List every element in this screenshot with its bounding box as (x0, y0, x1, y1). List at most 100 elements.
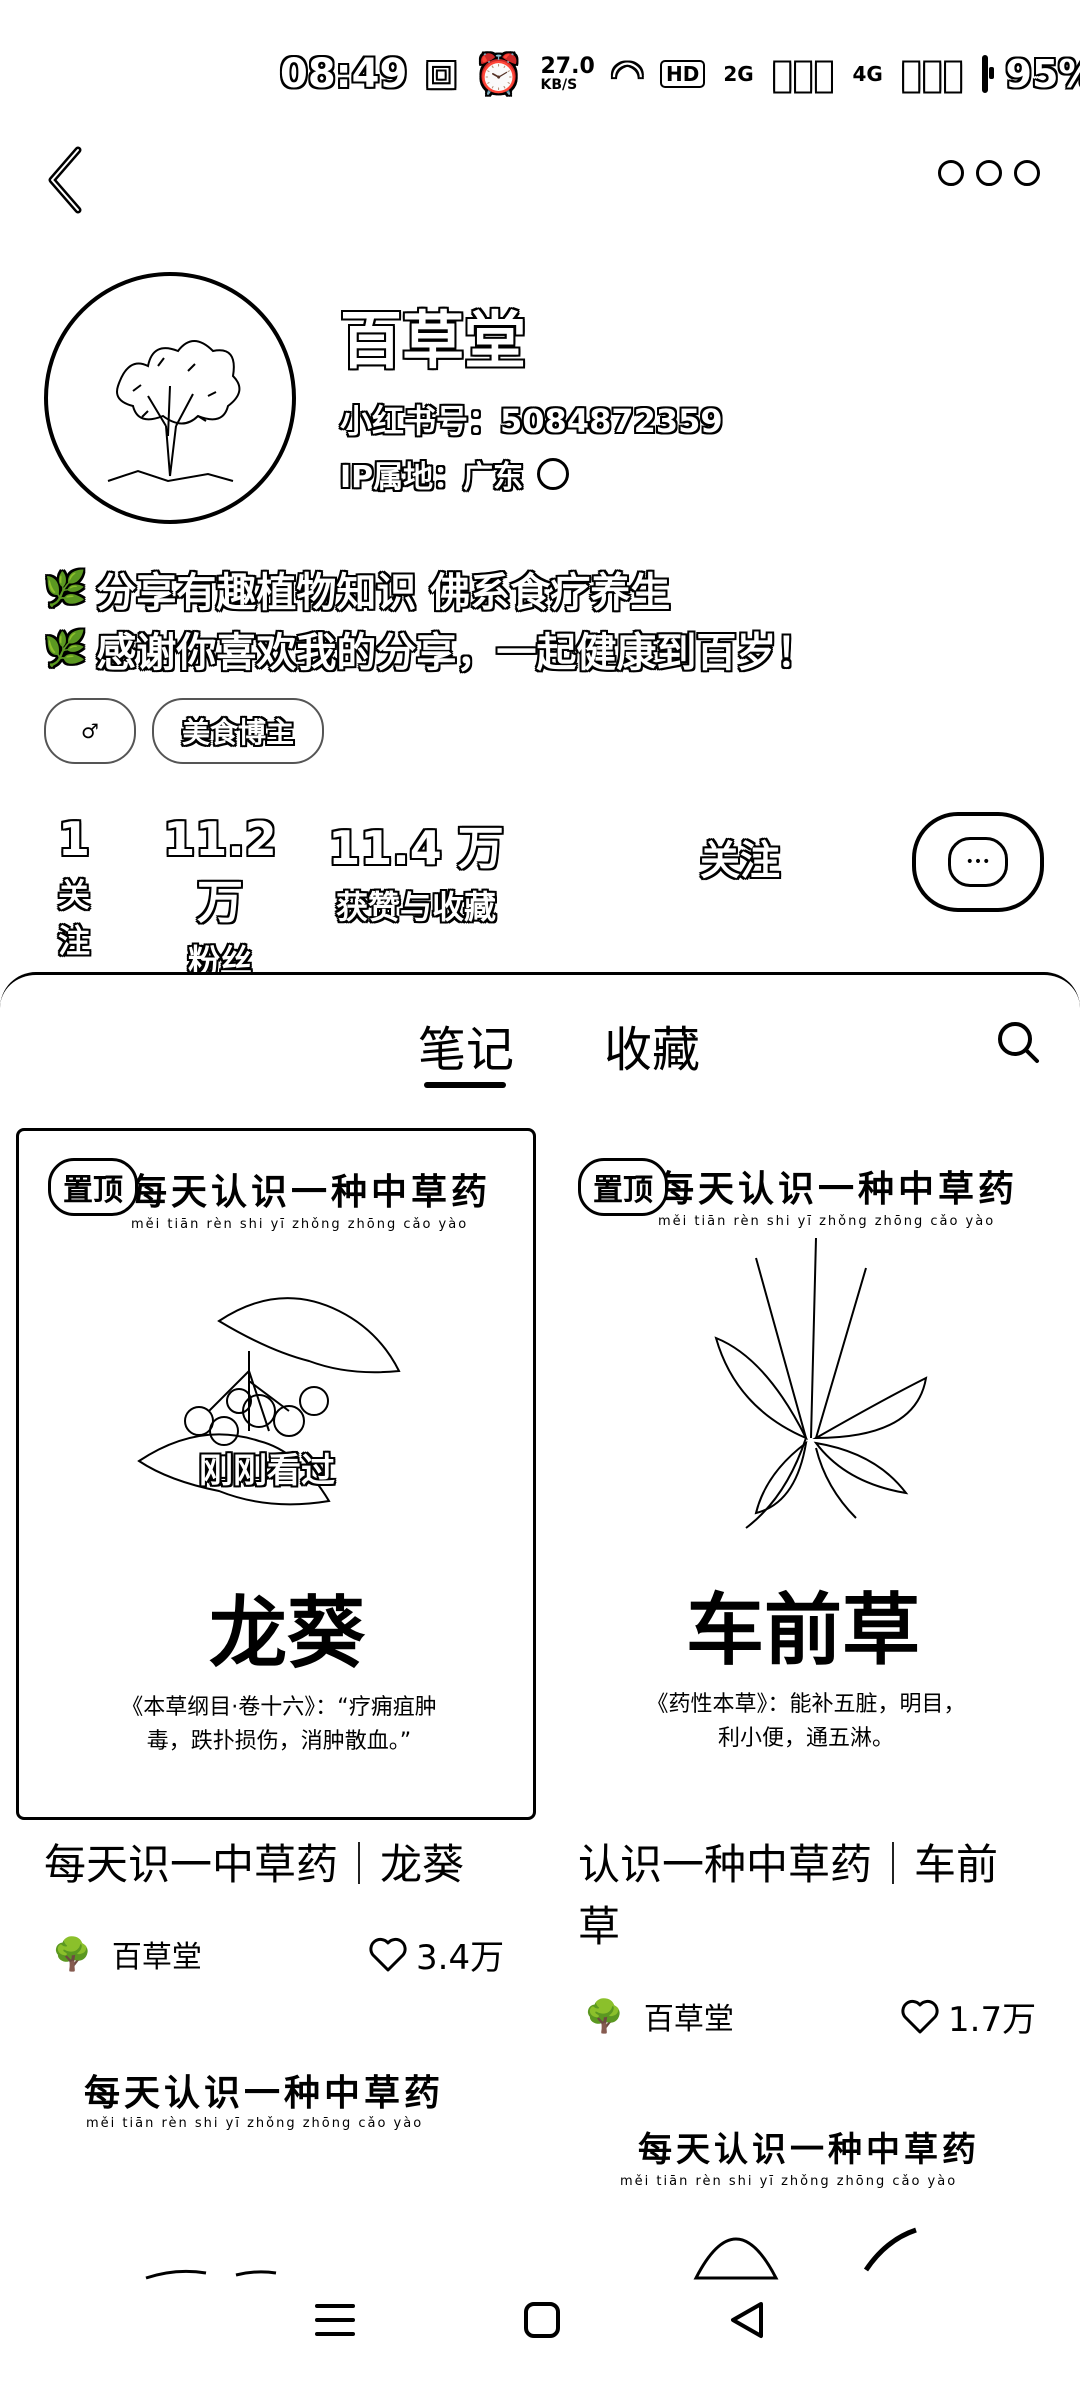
back-button[interactable] (40, 140, 100, 220)
stat-following-num: 1 (57, 812, 90, 866)
signal-2g: 2G (723, 62, 754, 86)
note-author-1[interactable]: 🌳 百草堂 (52, 1932, 202, 1976)
tag-gender[interactable]: ♂ (44, 698, 136, 764)
stat-likes-num: 11.4 万 (328, 821, 504, 875)
plantain-illustration (714, 1238, 928, 1529)
leaf-icon: 🌿 (44, 629, 87, 669)
bio-line-2: 🌿 感谢你喜欢我的分享，一起健康到百岁！ (44, 620, 816, 678)
home-icon[interactable] (522, 2300, 562, 2340)
cover-heading: 每天认识一种中草药 (638, 2130, 980, 2170)
search-button[interactable] (996, 1020, 1040, 1064)
author-name: 百草堂 (111, 1940, 202, 1975)
cover-heading: 每天认识一种中草药 (131, 1172, 492, 1213)
back-icon[interactable] (727, 2300, 767, 2340)
note-card-cover-1[interactable]: 每天认识一种中草药 měi tiān rèn shi yī zhǒng zhōn… (16, 1128, 536, 1820)
likes-count: 1.7万 (948, 2000, 1037, 2040)
note-card-cover-3[interactable]: 每天认识一种中草药 měi tiān rèn shi yī zhǒng zhōn… (16, 2040, 530, 2280)
note-title-2[interactable]: 认识一种中草药｜车前 草 (578, 1834, 1048, 1958)
xhs-id[interactable]: 小红书号：5084872359 (340, 396, 723, 442)
net-speed-unit: KB/S (540, 77, 578, 93)
cover-quote-line-2: 毒，跌扑损伤，消肿散血。” (146, 1729, 412, 1754)
tag-food-blogger[interactable]: 美食博主 (152, 698, 324, 764)
cover-quote-line-1: 《本草纲目·卷十六》：“疗痈疽肿 (121, 1695, 437, 1720)
cover-quote-line-2: 利小便，通五淋。 (717, 1726, 894, 1751)
message-button[interactable]: ••• (912, 812, 1044, 912)
note-title-1[interactable]: 每天识一中草药｜龙葵 (44, 1834, 464, 1896)
heart-icon (901, 1999, 939, 2033)
stat-following[interactable]: 1 关注 (44, 812, 104, 962)
cover-heading: 每天认识一种中草药 (658, 1169, 1019, 1210)
author-avatar-icon: 🌳 (52, 1935, 92, 1973)
cover-quote: 《药性本草》：能补五脏，明目， 利小便，通五淋。 (626, 1688, 986, 1756)
pinned-badge: 置顶 (48, 1158, 138, 1216)
back-arrow-icon (48, 146, 82, 214)
note-title-2-line-2: 草 (578, 1902, 621, 1951)
cover-plant-name: 车前草 (686, 1586, 921, 1676)
net-speed: 27.0 KB/S (540, 54, 595, 93)
cover-pinyin: měi tiān rèn shi yī zhǒng zhōng cǎo yào (620, 2174, 958, 2189)
heart-icon (369, 1937, 407, 1971)
battery-percent: 95% (1005, 52, 1080, 96)
more-dot-icon (976, 160, 1002, 186)
alarm-icon: ⏰ (475, 51, 523, 96)
cover-heading: 每天认识一种中草药 (84, 2073, 445, 2114)
note-author-2[interactable]: 🌳 百草堂 (584, 1994, 734, 2038)
note-likes-1[interactable]: 3.4万 (368, 1930, 504, 1979)
nfc-icon: ⊡ (425, 52, 458, 96)
plant-illustration-partial (145, 2269, 277, 2280)
more-dot-icon (938, 160, 964, 186)
net-speed-value: 27.0 (540, 54, 595, 79)
menu-icon[interactable] (313, 2300, 357, 2340)
bio-text: 分享有趣植物知识 佛系食疗养生 (96, 570, 671, 616)
recently-viewed-badge: 刚刚看过 (199, 1451, 335, 1491)
info-icon[interactable] (537, 458, 570, 490)
cover-plant-name: 龙葵 (209, 1589, 366, 1679)
bio-text: 感谢你喜欢我的分享，一起健康到百岁！ (96, 630, 817, 676)
author-name: 百草堂 (643, 2002, 734, 2037)
plant-illustration-partial (693, 2227, 917, 2280)
signal-4g: 4G (852, 62, 883, 86)
signal-icon: ▮▮▮ (771, 52, 835, 96)
stat-fans[interactable]: 11.2 万 粉丝 (150, 812, 290, 982)
author-avatar-icon: 🌳 (584, 1997, 624, 2035)
cover-quote: 《本草纲目·卷十六》：“疗痈疽肿 毒，跌扑损伤，消肿散血。” (99, 1691, 459, 1759)
pinned-badge: 置顶 (578, 1158, 668, 1216)
note-title-2-line-1: 认识一种中草药｜车前 (578, 1840, 999, 1889)
tab-collections[interactable]: 收藏 (604, 1010, 700, 1080)
likes-count: 3.4万 (416, 1938, 505, 1978)
note-card-cover-4[interactable]: 每天认识一种中草药 měi tiān rèn shi yī zhǒng zhōn… (546, 2100, 1060, 2280)
tree-icon (107, 340, 241, 483)
cover-pinyin: měi tiān rèn shi yī zhǒng zhōng cǎo yào (131, 1217, 469, 1232)
tab-active-indicator (424, 1082, 506, 1088)
stat-likes[interactable]: 11.4 万 获赞与收藏 (326, 812, 506, 928)
cover-pinyin: měi tiān rèn shi yī zhǒng zhōng cǎo yào (86, 2116, 424, 2131)
avatar[interactable] (44, 272, 296, 524)
profile-name: 百草堂 (340, 304, 527, 377)
tab-notes[interactable]: 笔记 (418, 1010, 514, 1080)
signal-icon-2: ▮▮▮ (900, 52, 964, 96)
stat-likes-label: 获赞与收藏 (335, 888, 496, 926)
bio-line-1: 🌿 分享有趣植物知识 佛系食疗养生 (44, 560, 670, 618)
status-time: 08:49 (280, 51, 408, 97)
chat-icon: ••• (948, 837, 1008, 887)
follow-button[interactable]: 关注 (700, 828, 780, 886)
ip-location: IP属地：广东 (340, 452, 570, 496)
cover-pinyin: měi tiān rèn shi yī zhǒng zhōng cǎo yào (658, 1214, 996, 1229)
stat-following-label: 关注 (57, 876, 90, 960)
battery-icon (981, 55, 994, 93)
note-card-cover-2[interactable]: 每天认识一种中草药 měi tiān rèn shi yī zhǒng zhōn… (546, 1128, 1060, 1814)
cover-quote-line-1: 《药性本草》：能补五脏，明目， (646, 1692, 966, 1717)
more-dot-icon (1014, 160, 1040, 186)
system-nav-bar (0, 2300, 1080, 2340)
ip-location-text: IP属地：广东 (340, 460, 524, 495)
nightshade-illustration (137, 1297, 401, 1506)
gender-icon: ♂ (81, 719, 99, 743)
search-icon (998, 1022, 1039, 1063)
hd-badge: HD (660, 60, 706, 88)
more-options-button[interactable] (938, 160, 1040, 186)
status-bar: 08:49 ⊡ ⏰ 27.0 KB/S ◠ HD 2G ▮▮▮ 4G ▮▮▮ 9… (280, 44, 1080, 104)
wifi-icon: ◠ (612, 52, 643, 96)
stat-fans-num: 11.2 万 (163, 812, 277, 929)
leaf-icon: 🌿 (44, 569, 87, 609)
note-likes-2[interactable]: 1.7万 (900, 1992, 1036, 2041)
